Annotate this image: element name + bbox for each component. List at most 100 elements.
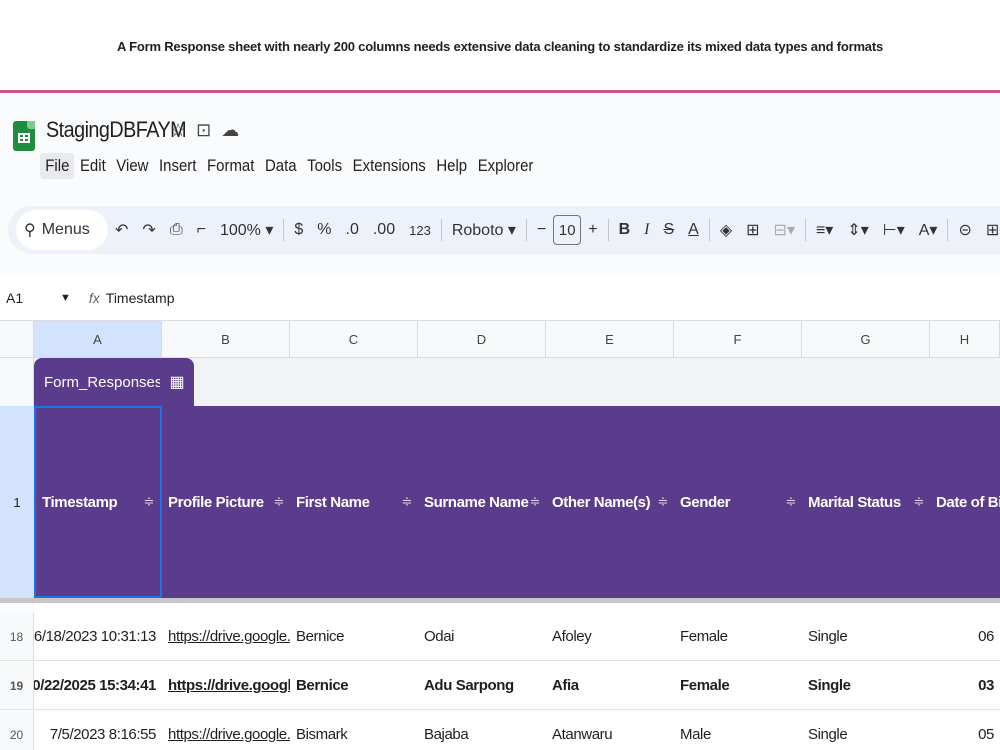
bold-button[interactable]: B (612, 221, 638, 239)
row-number[interactable]: 18 (0, 613, 34, 660)
menu-view[interactable]: View (111, 153, 154, 179)
column-header-e[interactable]: E (546, 321, 674, 357)
number-format-button[interactable]: 123 (402, 223, 438, 238)
cell[interactable]: Bismark (290, 711, 418, 750)
cell-link[interactable]: https://drive.google.com (162, 613, 290, 660)
cell[interactable]: 05 (930, 711, 1000, 750)
header-cell[interactable]: Other Name(s) ≑ (546, 406, 674, 598)
header-cell[interactable]: Timestamp ≑ (34, 406, 162, 598)
menu-insert[interactable]: Insert (154, 153, 202, 179)
filter-icon[interactable]: ≑ (530, 494, 541, 510)
filter-icon[interactable]: ≑ (786, 494, 797, 510)
name-box[interactable]: A1 (0, 290, 60, 306)
comment-icon[interactable]: ⊞ (979, 220, 1000, 240)
cell[interactable]: 06 (930, 613, 1000, 660)
column-header-h[interactable]: H (930, 321, 1000, 357)
header-cell[interactable]: First Name ≑ (290, 406, 418, 598)
cell[interactable]: 6/18/2023 10:31:13 (34, 613, 162, 660)
document-title[interactable]: StagingDBFAYM (46, 117, 187, 143)
header-cell[interactable]: Surname Name ≑ (418, 406, 546, 598)
cell[interactable]: Afoley (546, 613, 674, 660)
menu-format[interactable]: Format (202, 153, 260, 179)
menu-edit[interactable]: Edit (75, 153, 111, 179)
cell[interactable]: Male (674, 711, 802, 750)
cell[interactable]: Single (802, 711, 930, 750)
select-all-corner[interactable] (0, 321, 34, 357)
column-header-b[interactable]: B (162, 321, 290, 357)
fill-color-icon[interactable]: ◈ (713, 220, 739, 240)
header-cell[interactable]: Profile Picture ≑ (162, 406, 290, 598)
menu-data[interactable]: Data (260, 153, 302, 179)
sheets-logo-icon[interactable] (13, 121, 35, 151)
menu-file[interactable]: File (40, 153, 75, 179)
strikethrough-button[interactable]: S (656, 221, 681, 239)
cell[interactable]: 7/5/2023 8:16:55 (34, 711, 162, 750)
row-number[interactable]: 1 (0, 406, 34, 598)
align-icon[interactable]: ≡▾ (809, 220, 840, 240)
merge-cells-icon[interactable]: ⊟▾ (767, 220, 802, 240)
menu-extensions[interactable]: Extensions (347, 153, 431, 179)
vertical-align-icon[interactable]: ⇕▾ (840, 220, 875, 240)
decrease-decimal-button[interactable]: .0 (339, 221, 366, 239)
cell[interactable]: Female (674, 662, 802, 709)
cell[interactable]: Bernice (290, 613, 418, 660)
redo-icon[interactable]: ↷ (135, 220, 162, 240)
minus-icon[interactable]: − (530, 221, 553, 239)
cloud-status-icon[interactable]: ☁ (221, 120, 239, 141)
filter-icon[interactable]: ≑ (658, 494, 669, 510)
star-icon[interactable]: ☆ (170, 120, 186, 141)
menu-help[interactable]: Help (431, 153, 472, 179)
text-color-button[interactable]: A (681, 221, 706, 239)
row-number[interactable]: 20 (0, 711, 34, 750)
chevron-down-icon[interactable]: ▼ (60, 292, 71, 304)
text-rotation-icon[interactable]: A▾ (912, 220, 945, 240)
filter-icon[interactable]: ≑ (914, 494, 925, 510)
calculator-icon[interactable]: ▦ (160, 358, 194, 406)
menus-search[interactable]: ⚲ Menus (16, 210, 108, 250)
cell[interactable]: Afia (546, 662, 674, 709)
italic-button[interactable]: I (637, 221, 656, 239)
borders-icon[interactable]: ⊞ (739, 220, 766, 240)
filter-icon[interactable]: ≑ (274, 494, 285, 510)
font-select[interactable]: Roboto ▾ (445, 220, 523, 240)
header-cell[interactable]: Gender ≑ (674, 406, 802, 598)
cell[interactable]: Adu Sarpong (418, 662, 546, 709)
percent-button[interactable]: % (310, 221, 338, 239)
column-header-g[interactable]: G (802, 321, 930, 357)
plus-icon[interactable]: + (581, 221, 604, 239)
undo-icon[interactable]: ↶ (108, 220, 135, 240)
filter-icon[interactable]: ≑ (402, 494, 413, 510)
menu-explorer[interactable]: Explorer (472, 153, 538, 179)
cell[interactable]: Odai (418, 613, 546, 660)
print-icon[interactable]: ⎙ (163, 221, 190, 239)
cell[interactable]: 03 (930, 662, 1000, 709)
cell[interactable]: Bernice (290, 662, 418, 709)
cell[interactable]: Bajaba (418, 711, 546, 750)
cell[interactable]: Atanwaru (546, 711, 674, 750)
table-name-chip[interactable]: Form_Responses ∨ (34, 358, 181, 406)
column-header-f[interactable]: F (674, 321, 802, 357)
cell[interactable]: 10/22/2025 15:34:41 (34, 662, 162, 709)
cell[interactable]: Female (674, 613, 802, 660)
formula-input[interactable]: Timestamp (106, 290, 175, 306)
text-wrap-icon[interactable]: ⊢▾ (876, 220, 912, 240)
increase-decimal-button[interactable]: .00 (366, 221, 402, 239)
column-header-d[interactable]: D (418, 321, 546, 357)
header-cell[interactable]: Date of Birth (930, 406, 1000, 598)
link-icon[interactable]: ⊝ (951, 220, 978, 240)
menu-tools[interactable]: Tools (302, 153, 347, 179)
cell-link[interactable]: https://drive.google.com (162, 662, 290, 709)
currency-button[interactable]: $ (287, 221, 310, 239)
paint-format-icon[interactable]: ⌐ (190, 221, 213, 239)
column-header-a[interactable]: A (34, 321, 162, 357)
zoom-select[interactable]: 100% ▾ (213, 220, 280, 240)
cell[interactable]: Single (802, 662, 930, 709)
row-number[interactable]: 19 (0, 662, 34, 709)
column-header-c[interactable]: C (290, 321, 418, 357)
cell[interactable]: Single (802, 613, 930, 660)
filter-icon[interactable]: ≑ (144, 494, 155, 510)
folder-move-icon[interactable]: ⊡ (196, 120, 211, 141)
cell-link[interactable]: https://drive.google.com (162, 711, 290, 750)
header-cell[interactable]: Marital Status ≑ (802, 406, 930, 598)
font-size-input[interactable]: 10 (553, 215, 582, 245)
